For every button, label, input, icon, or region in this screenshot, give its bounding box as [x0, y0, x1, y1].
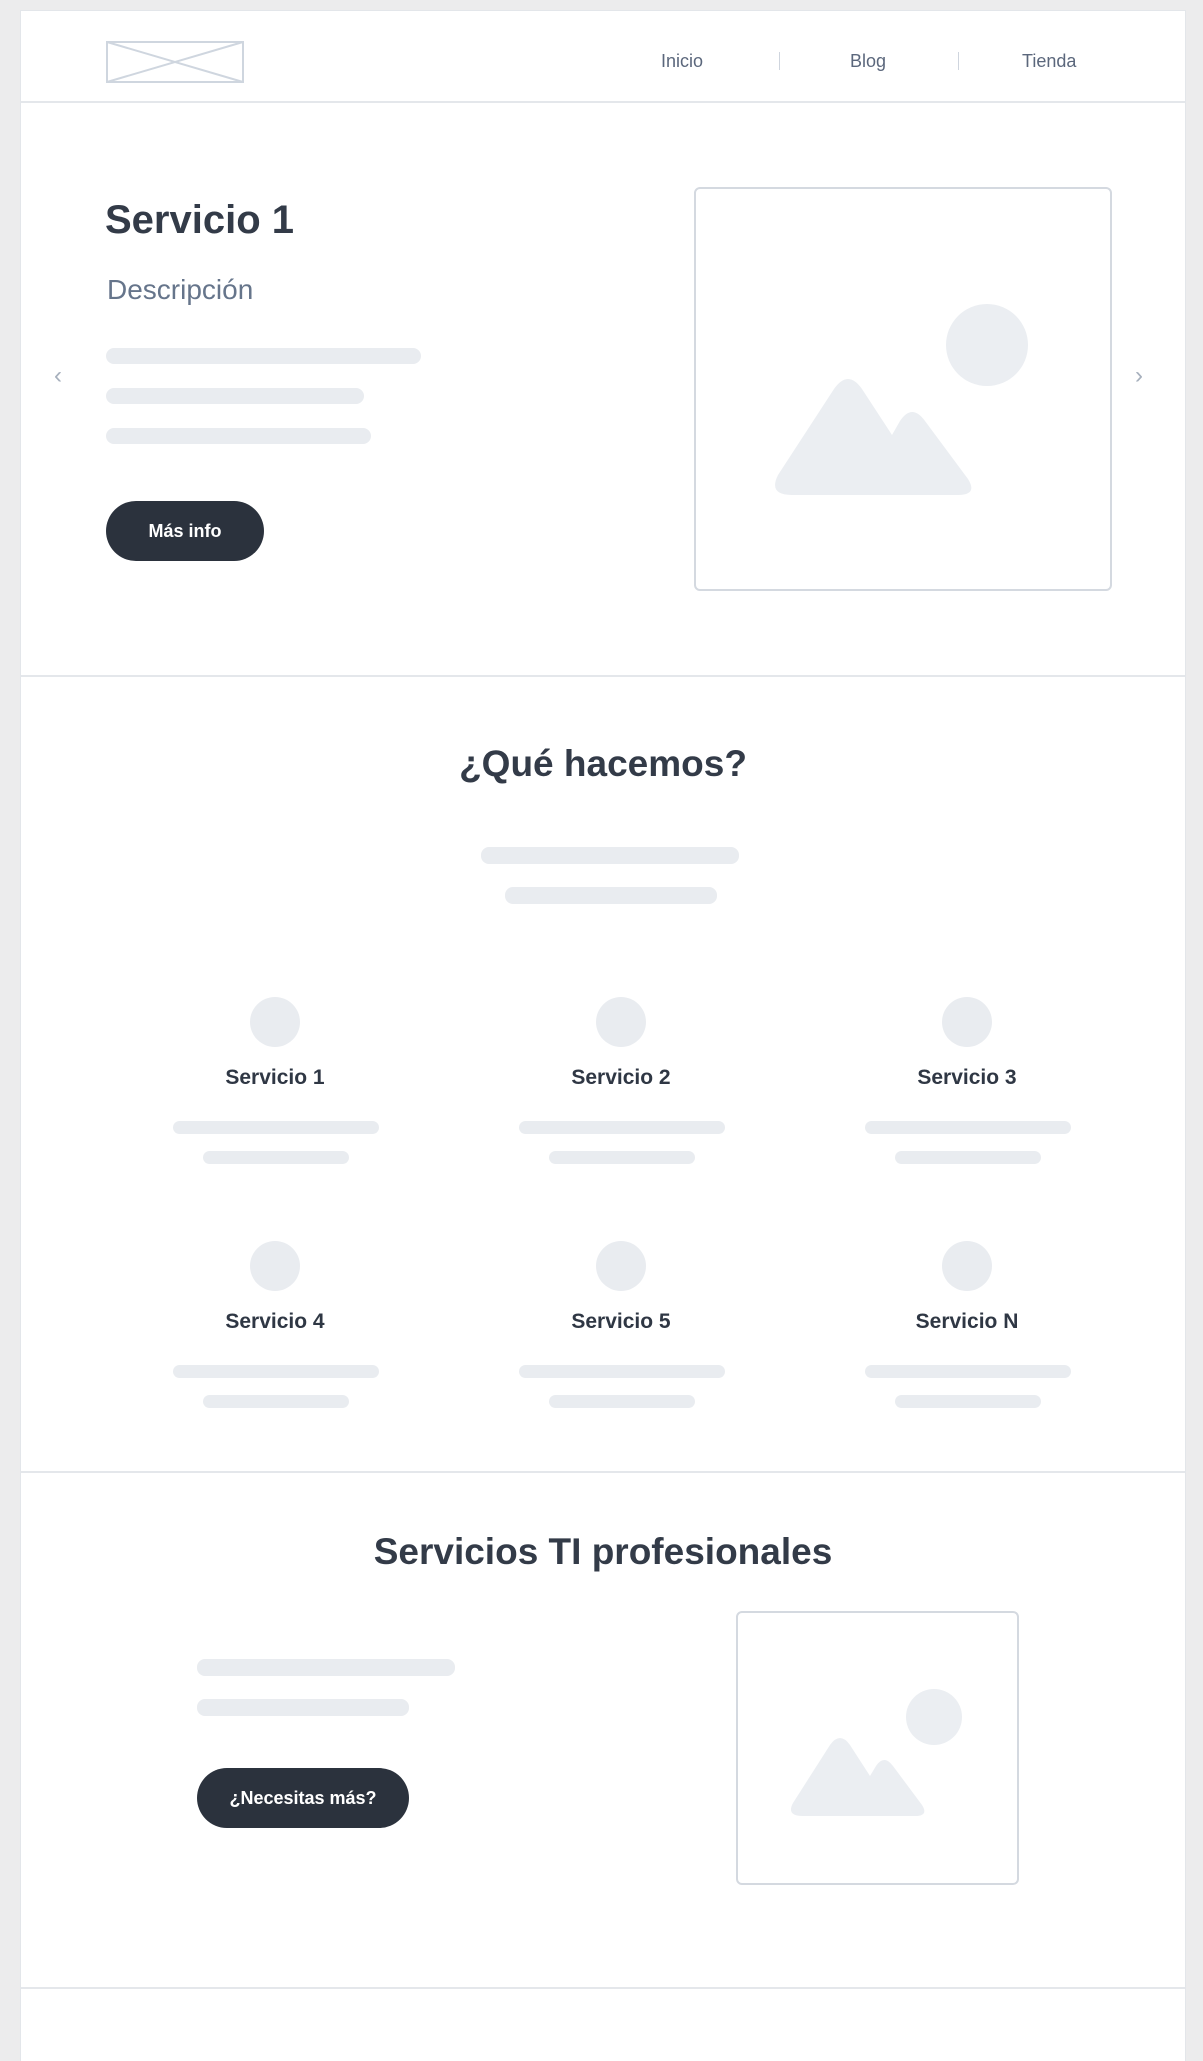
service-icon	[250, 1241, 300, 1291]
nav-separator	[958, 52, 959, 70]
section-text-placeholder	[505, 887, 717, 904]
services-divider	[21, 1471, 1185, 1473]
service-text-placeholder	[203, 1151, 349, 1164]
service-label: Servicio N	[915, 1310, 1019, 1333]
service-text-placeholder	[173, 1365, 379, 1378]
nav-item-tienda[interactable]: Tienda	[1022, 47, 1076, 75]
service-text-placeholder	[519, 1365, 725, 1378]
service-label: Servicio 3	[917, 1066, 1017, 1089]
main-nav: Inicio Blog Tienda	[21, 47, 1185, 75]
service-text-placeholder	[203, 1395, 349, 1408]
service-label: Servicio 2	[571, 1066, 671, 1089]
service-icon	[596, 997, 646, 1047]
service-icon	[250, 997, 300, 1047]
hero-text-placeholder	[106, 348, 421, 364]
service-text-placeholder	[865, 1365, 1071, 1378]
image-placeholder-icon	[775, 304, 1028, 495]
section-text-placeholder	[197, 1659, 455, 1676]
section-title-what-we-do: ¿Qué hacemos?	[459, 743, 747, 784]
service-label: Servicio 4	[225, 1310, 325, 1333]
hero-image	[694, 187, 1112, 591]
service-text-placeholder	[549, 1395, 695, 1408]
section-text-placeholder	[481, 847, 739, 864]
service-label: Servicio 5	[571, 1310, 671, 1333]
service-label: Servicio 1	[225, 1066, 325, 1089]
service-icon	[942, 1241, 992, 1291]
header-divider	[21, 101, 1185, 103]
section-title-pro-services: Servicios TI profesionales	[373, 1531, 833, 1572]
service-item[interactable]: Servicio 5	[491, 1241, 751, 1421]
nav-item-blog[interactable]: Blog	[850, 47, 886, 75]
page: Inicio Blog Tienda ‹ › Servicio 1 Descri…	[20, 10, 1186, 2061]
service-text-placeholder	[865, 1121, 1071, 1134]
service-item[interactable]: Servicio N	[837, 1241, 1097, 1421]
service-text-placeholder	[895, 1395, 1041, 1408]
nav-item-inicio[interactable]: Inicio	[661, 47, 703, 75]
hero-text-placeholder	[106, 428, 371, 444]
service-icon	[942, 997, 992, 1047]
service-text-placeholder	[519, 1121, 725, 1134]
need-more-button[interactable]: ¿Necesitas más?	[197, 1768, 409, 1828]
service-item[interactable]: Servicio 4	[145, 1241, 405, 1421]
service-icon	[596, 1241, 646, 1291]
carousel-prev-icon[interactable]: ‹	[54, 361, 62, 391]
hero-divider	[21, 675, 1185, 677]
service-item[interactable]: Servicio 2	[491, 997, 751, 1177]
image-placeholder-icon	[790, 1689, 962, 1816]
footer-divider	[21, 1987, 1185, 1989]
service-item[interactable]: Servicio 1	[145, 997, 405, 1177]
service-text-placeholder	[173, 1121, 379, 1134]
service-text-placeholder	[549, 1151, 695, 1164]
section-text-placeholder	[197, 1699, 409, 1716]
service-item[interactable]: Servicio 3	[837, 997, 1097, 1177]
hero-text-placeholder	[106, 388, 364, 404]
service-text-placeholder	[895, 1151, 1041, 1164]
hero-description: Descripción	[107, 274, 254, 305]
more-info-button[interactable]: Más info	[106, 501, 264, 561]
carousel-next-icon[interactable]: ›	[1135, 361, 1143, 391]
hero-title: Servicio 1	[105, 198, 295, 242]
pro-services-image	[736, 1611, 1019, 1885]
nav-separator	[779, 52, 780, 70]
